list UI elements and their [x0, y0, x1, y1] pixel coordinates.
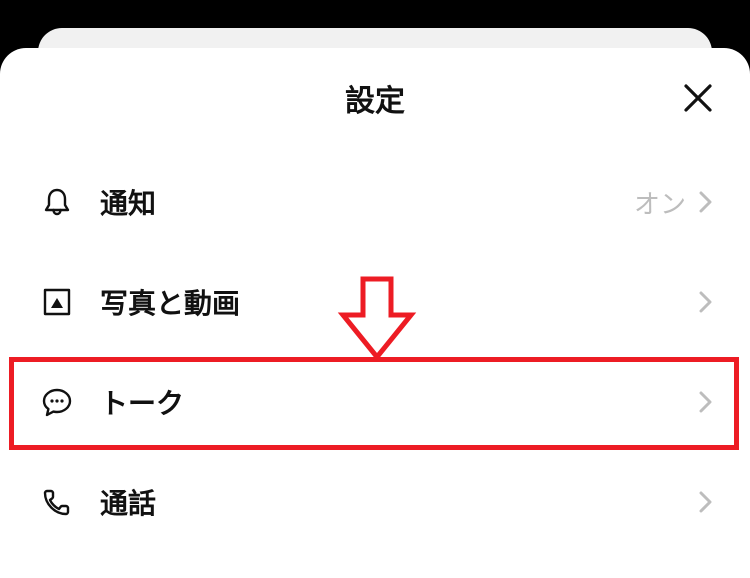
settings-list: 通知 オン 写真と動画	[0, 148, 750, 552]
chevron-right-icon	[696, 192, 716, 212]
settings-item-notifications[interactable]: 通知 オン	[0, 152, 750, 252]
settings-sheet: 設定 通知 オン	[0, 48, 750, 578]
settings-item-value: オン	[634, 184, 686, 221]
settings-item-label: トーク	[100, 382, 696, 422]
settings-item-photos-videos[interactable]: 写真と動画	[0, 252, 750, 352]
settings-item-calls[interactable]: 通話	[0, 452, 750, 552]
chevron-right-icon	[696, 492, 716, 512]
settings-item-label: 通話	[100, 482, 696, 522]
settings-item-label: 写真と動画	[100, 282, 696, 322]
phone-icon	[40, 485, 74, 519]
chevron-right-icon	[696, 292, 716, 312]
sheet-header: 設定	[0, 48, 750, 148]
bell-icon	[40, 185, 74, 219]
sheet-title: 設定	[345, 76, 405, 120]
settings-item-label: 通知	[100, 182, 634, 222]
close-icon	[683, 83, 713, 113]
close-button[interactable]	[680, 80, 716, 116]
chat-icon	[40, 385, 74, 419]
settings-item-talk[interactable]: トーク	[0, 352, 750, 452]
chevron-right-icon	[696, 392, 716, 412]
image-icon	[40, 285, 74, 319]
